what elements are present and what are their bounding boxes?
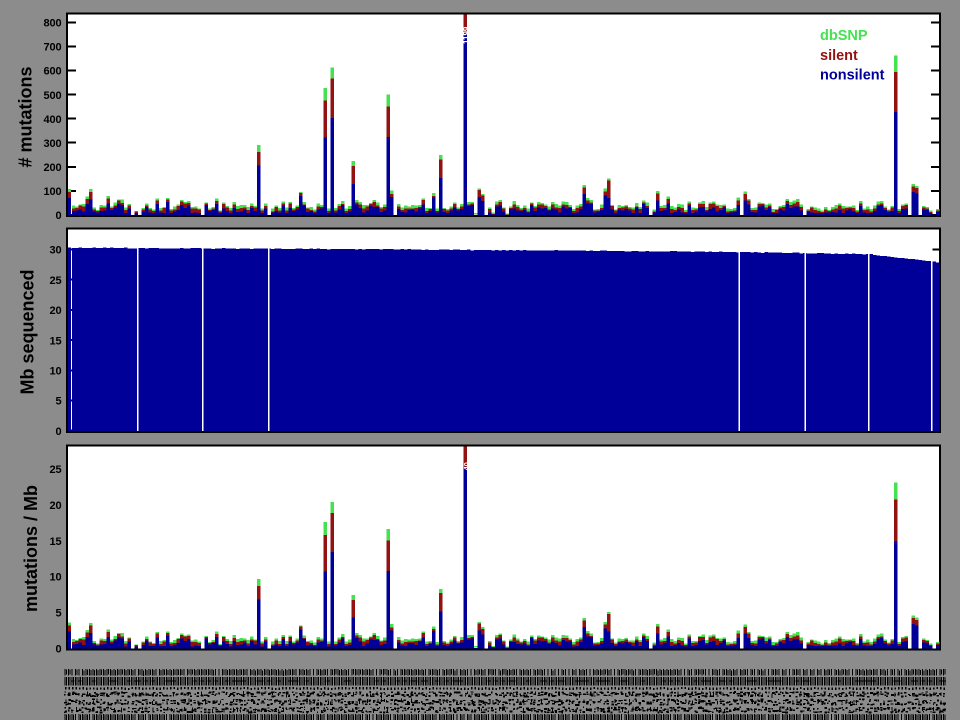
svg-text:5: 5 bbox=[55, 608, 61, 620]
svg-text:15: 15 bbox=[49, 536, 61, 548]
svg-text:10: 10 bbox=[49, 366, 61, 378]
svg-text:40: 40 bbox=[462, 462, 471, 470]
svg-text:100: 100 bbox=[43, 186, 61, 198]
svg-text:Mb sequenced: Mb sequenced bbox=[18, 269, 38, 394]
svg-text:1199: 1199 bbox=[462, 26, 471, 44]
svg-text:0: 0 bbox=[55, 643, 61, 655]
svg-text:15: 15 bbox=[49, 335, 61, 347]
svg-text:5: 5 bbox=[55, 396, 61, 408]
svg-text:# mutations: # mutations bbox=[16, 66, 36, 167]
svg-text:silent: silent bbox=[820, 48, 858, 64]
svg-text:20: 20 bbox=[49, 500, 61, 512]
svg-text:700: 700 bbox=[43, 42, 61, 54]
svg-text:mutations / Mb: mutations / Mb bbox=[21, 485, 41, 612]
svg-text:0: 0 bbox=[55, 426, 61, 438]
svg-text:400: 400 bbox=[43, 114, 61, 126]
svg-text:200: 200 bbox=[43, 162, 61, 174]
svg-text:25: 25 bbox=[49, 464, 61, 476]
svg-text:nonsilent: nonsilent bbox=[820, 68, 885, 84]
svg-text:600: 600 bbox=[43, 66, 61, 78]
svg-text:300: 300 bbox=[43, 138, 61, 150]
svg-text:800: 800 bbox=[43, 17, 61, 29]
svg-text:500: 500 bbox=[43, 90, 61, 102]
svg-text:30: 30 bbox=[49, 245, 61, 257]
svg-text:0: 0 bbox=[55, 210, 61, 222]
svg-text:dbSNP: dbSNP bbox=[820, 28, 868, 44]
svg-text:25: 25 bbox=[49, 275, 61, 287]
svg-text:10: 10 bbox=[49, 572, 61, 584]
svg-text:20: 20 bbox=[49, 305, 61, 317]
